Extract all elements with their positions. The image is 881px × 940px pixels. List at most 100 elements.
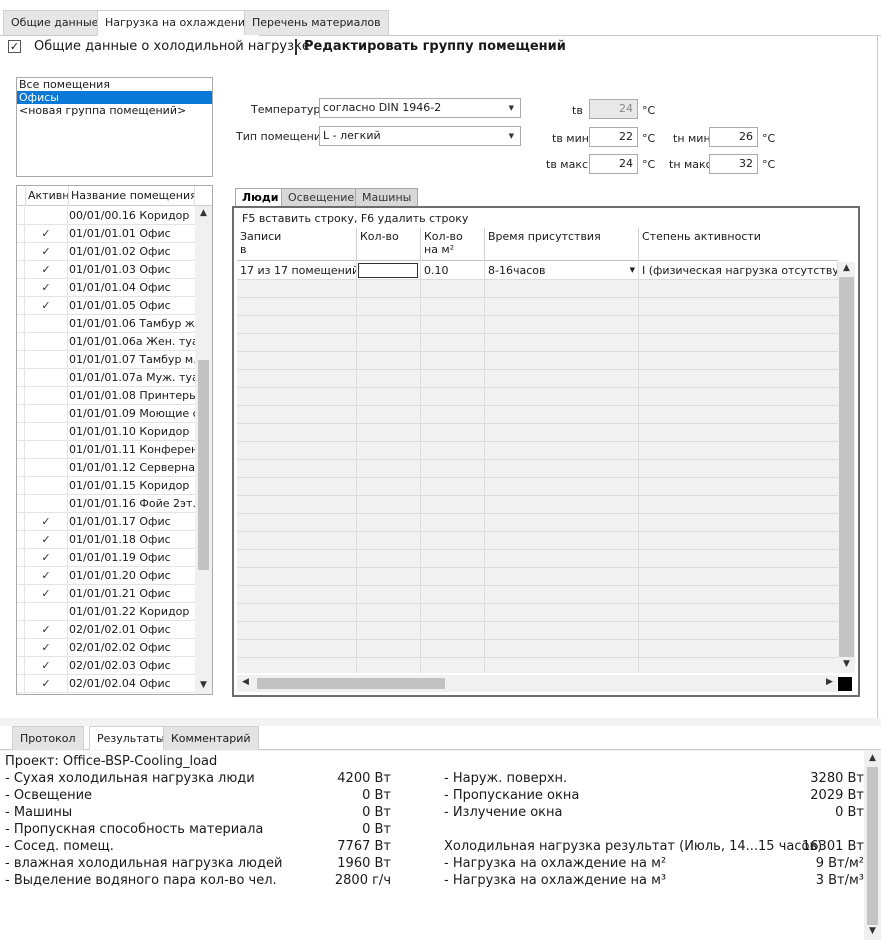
room-type-select[interactable]: L - легкий ▼ (319, 126, 521, 146)
room-row[interactable]: 01/01/01.08 Принтеры... (17, 387, 195, 405)
tn-max-field[interactable]: 32 (709, 154, 758, 174)
cell-per-m2[interactable]: 0.10 (421, 262, 485, 280)
header-count[interactable]: Кол-во (357, 228, 421, 261)
room-row[interactable]: 01/01/01.07 Тамбур м... (17, 351, 195, 369)
count-input[interactable] (358, 263, 418, 278)
tab-materials-list[interactable]: Перечень материалов (244, 10, 389, 35)
room-row[interactable]: ✓ 01/01/01.18 Офис (17, 531, 195, 549)
room-active-check[interactable]: ✓ (25, 585, 68, 602)
cell-records[interactable]: 17 из 17 помещений (237, 262, 357, 280)
people-horizontal-scrollbar[interactable]: ◀ ▶ (237, 675, 837, 692)
room-row[interactable]: ✓ 02/01/02.01 Офис (17, 621, 195, 639)
room-active-check[interactable]: ✓ (25, 621, 68, 638)
room-row[interactable]: ✓ 01/01/01.03 Офис (17, 261, 195, 279)
room-active-check[interactable]: ✓ (25, 675, 68, 692)
room-active-check[interactable]: ✓ (25, 639, 68, 656)
rooms-grid[interactable]: Активно Название помещения 00/01/00.16 К… (16, 185, 213, 695)
room-active-check[interactable] (25, 369, 68, 386)
room-row[interactable]: 01/01/01.15 Коридор (17, 477, 195, 495)
tv-max-field[interactable]: 24 (589, 154, 638, 174)
scroll-down-icon[interactable]: ▼ (838, 659, 855, 669)
cooling-load-checkbox[interactable]: ✓ (8, 40, 21, 53)
room-active-check[interactable] (25, 423, 68, 440)
header-activity-level[interactable]: Степень активности (639, 228, 838, 261)
room-row[interactable]: ✓ 01/01/01.01 Офис (17, 225, 195, 243)
room-active-check[interactable]: ✓ (25, 513, 68, 530)
header-presence-time[interactable]: Время присутствия (485, 228, 639, 261)
room-active-check[interactable]: ✓ (25, 225, 68, 242)
room-row[interactable]: ✓ 01/01/01.21 Офис (17, 585, 195, 603)
header-active[interactable]: Активно (26, 186, 69, 206)
room-active-check[interactable] (25, 603, 68, 620)
room-row[interactable]: 01/01/01.12 Серверна... (17, 459, 195, 477)
room-active-check[interactable] (25, 405, 68, 422)
header-room-name[interactable]: Название помещения (69, 186, 195, 206)
tn-min-field[interactable]: 26 (709, 127, 758, 147)
room-active-check[interactable]: ✓ (25, 243, 68, 260)
room-row[interactable]: ✓ 02/01/02.03 Офис (17, 657, 195, 675)
room-active-check[interactable]: ✓ (25, 297, 68, 314)
scroll-left-icon[interactable]: ◀ (237, 677, 254, 687)
group-item-all-rooms[interactable]: Все помещения (17, 78, 212, 91)
header-records[interactable]: Записи в (237, 228, 357, 261)
room-active-check[interactable]: ✓ (25, 657, 68, 674)
room-active-check[interactable]: ✓ (25, 279, 68, 296)
room-active-check[interactable] (25, 351, 68, 368)
room-row[interactable]: ✓ 01/01/01.02 Офис (17, 243, 195, 261)
room-row[interactable]: 01/01/01.06 Тамбур ж... (17, 315, 195, 333)
room-active-check[interactable]: ✓ (25, 549, 68, 566)
scroll-down-icon[interactable]: ▼ (864, 926, 881, 936)
room-active-check[interactable]: ✓ (25, 567, 68, 584)
room-active-check[interactable] (25, 477, 68, 494)
group-item-new-group[interactable]: <новая группа помещений> (17, 104, 212, 117)
people-scroll-thumb[interactable] (839, 277, 854, 657)
room-row[interactable]: 01/01/01.07a Муж. туа... (17, 369, 195, 387)
room-row[interactable]: 01/01/01.22 Коридор (17, 603, 195, 621)
room-row[interactable]: 01/01/01.06a Жен. туа... (17, 333, 195, 351)
room-row[interactable]: ✓ 01/01/01.19 Офис (17, 549, 195, 567)
cell-presence-time[interactable]: 8-16часов ▼ (485, 262, 639, 280)
scroll-down-icon[interactable]: ▼ (195, 680, 212, 690)
group-item-offices[interactable]: Офисы (17, 91, 212, 104)
scroll-up-icon[interactable]: ▲ (195, 208, 212, 218)
tab-protocol[interactable]: Протокол (12, 726, 84, 750)
rooms-scroll-thumb[interactable] (198, 360, 209, 570)
room-row[interactable]: 01/01/01.11 Конферен... (17, 441, 195, 459)
room-row[interactable]: ✓ 01/01/01.04 Офис (17, 279, 195, 297)
room-row[interactable]: 00/01/00.16 Коридор (17, 207, 195, 225)
room-row[interactable]: 01/01/01.10 Коридор (17, 423, 195, 441)
people-vertical-scrollbar[interactable]: ▲ ▼ (838, 262, 855, 673)
scroll-right-icon[interactable]: ▶ (821, 677, 838, 687)
tab-general-data[interactable]: Общие данные (3, 10, 107, 35)
room-active-check[interactable] (25, 387, 68, 404)
room-row[interactable]: ✓ 02/01/02.02 Офис (17, 639, 195, 657)
room-active-check[interactable] (25, 207, 68, 224)
people-hscroll-thumb[interactable] (257, 678, 445, 689)
tab-results[interactable]: Результаты (89, 726, 173, 750)
tab-cooling-load[interactable]: Нагрузка на охлаждение (97, 10, 260, 36)
room-active-check[interactable] (25, 459, 68, 476)
room-active-check[interactable] (25, 333, 68, 350)
room-group-list[interactable]: Все помещения Офисы <новая группа помеще… (16, 77, 213, 177)
room-row[interactable]: ✓ 01/01/01.20 Офис (17, 567, 195, 585)
room-row[interactable]: ✓ 02/01/02.04 Офис (17, 675, 195, 693)
people-grid[interactable]: Записи в Кол-во Кол-во на м² Время прису… (237, 228, 856, 673)
tab-lighting[interactable]: Освещение (281, 188, 362, 206)
header-per-m2[interactable]: Кол-во на м² (421, 228, 485, 261)
room-active-check[interactable] (25, 315, 68, 332)
cell-count[interactable] (357, 262, 421, 280)
room-row[interactable]: ✓ 01/01/01.05 Офис (17, 297, 195, 315)
room-active-check[interactable] (25, 495, 68, 512)
tab-comment[interactable]: Комментарий (163, 726, 259, 750)
room-row[interactable]: ✓ 01/01/01.17 Офис (17, 513, 195, 531)
edit-room-group-link[interactable]: Редактировать группу помещений (304, 39, 566, 54)
room-row[interactable]: 01/01/01.16 Фойе 2эт. (17, 495, 195, 513)
scroll-up-icon[interactable]: ▲ (838, 263, 855, 273)
room-row[interactable]: 01/01/01.09 Моющие с... (17, 405, 195, 423)
room-active-check[interactable] (25, 441, 68, 458)
tv-min-field[interactable]: 22 (589, 127, 638, 147)
rooms-scrollbar[interactable]: ▲ ▼ (195, 206, 212, 694)
room-active-check[interactable]: ✓ (25, 261, 68, 278)
room-active-check[interactable]: ✓ (25, 531, 68, 548)
scroll-up-icon[interactable]: ▲ (864, 753, 881, 763)
